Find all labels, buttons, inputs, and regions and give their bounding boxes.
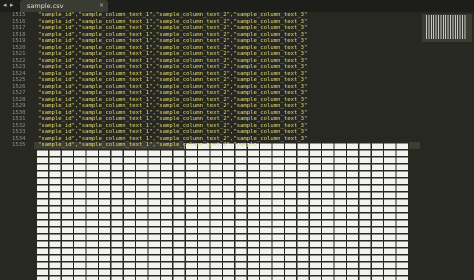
tab-sample-csv[interactable]: sample.csv × [20,0,108,12]
tab-bar: ◂ ▸ sample.csv × [0,0,474,12]
close-icon[interactable]: × [99,1,104,11]
minimap[interactable] [420,12,474,280]
line-number-gutter: 1515 1516 1517 1518 1519 1520 1521 1522 1523 1524… [0,12,34,280]
nul-characters-block [37,142,409,280]
text-line: "sample_id","sample_column_text_1","samp… [38,142,257,148]
forward-arrow-icon[interactable]: ▸ [10,1,14,10]
line-number: 1535 [12,142,26,148]
editor-area[interactable]: "sample_id","sample_column_text_1","samp… [34,12,420,280]
minimap-content [426,15,466,39]
tab-label: sample.csv [27,2,64,10]
back-arrow-icon[interactable]: ◂ [3,1,7,10]
